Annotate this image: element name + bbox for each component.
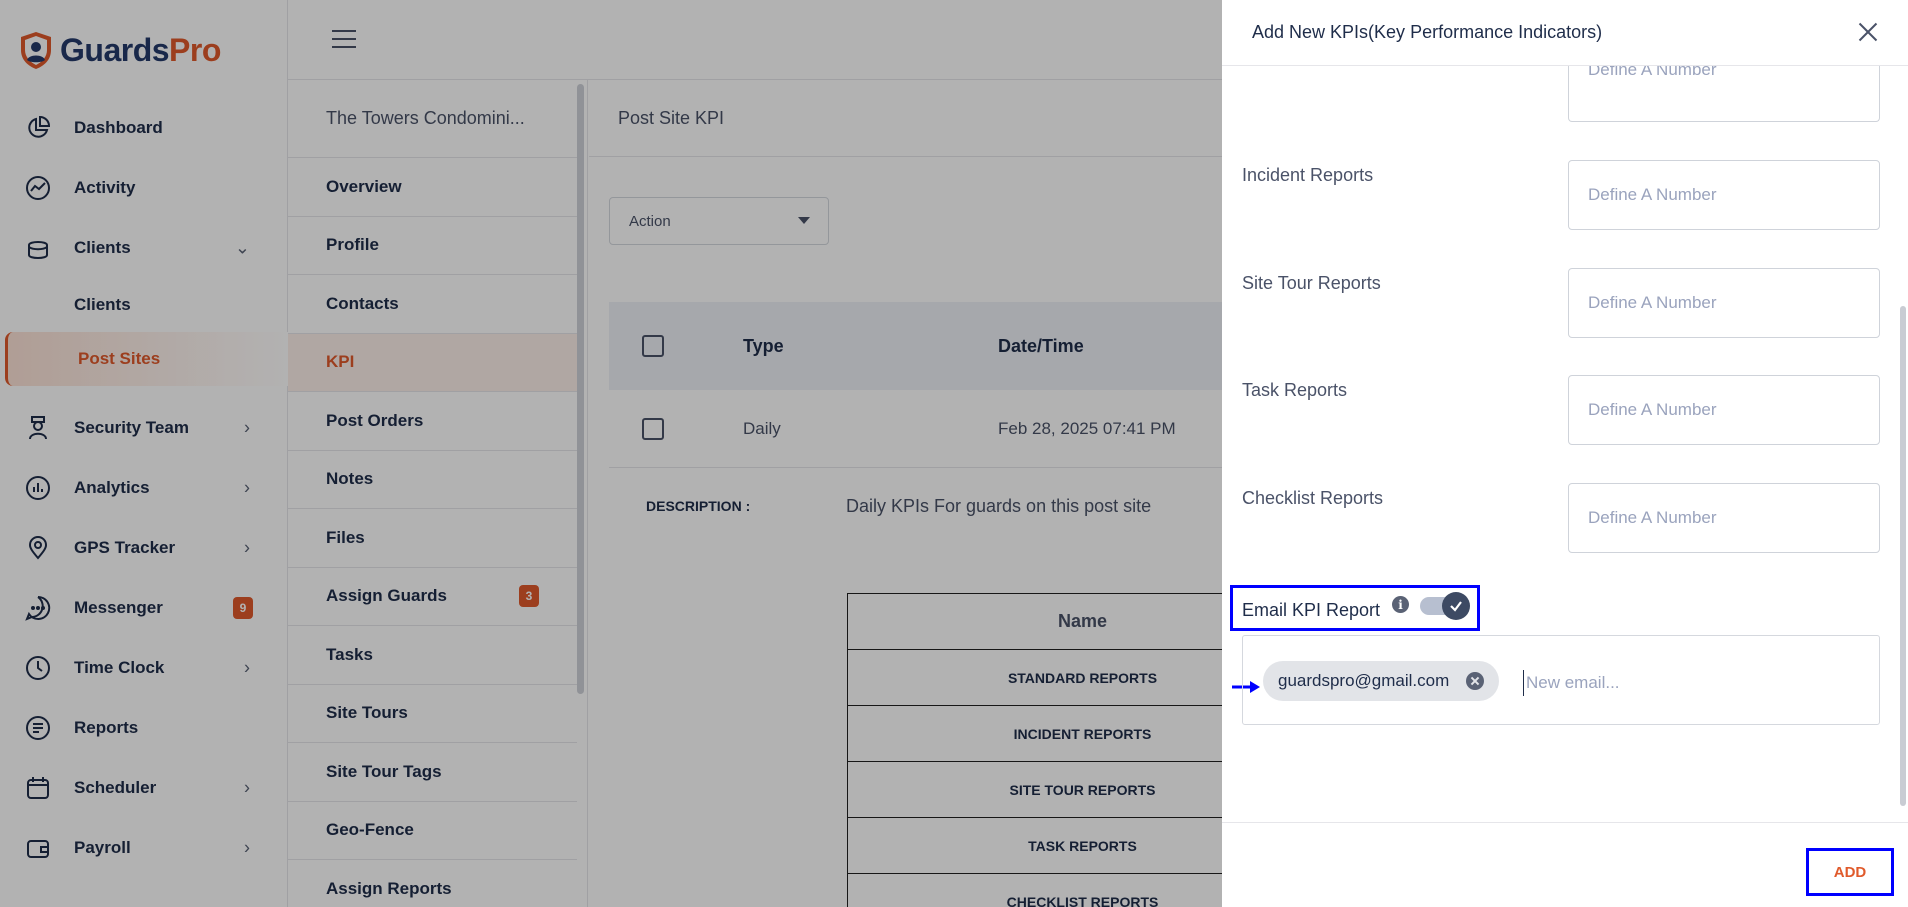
check-icon [1442,592,1470,620]
site-tour-reports-label: Site Tour Reports [1242,273,1381,293]
drawer-header: Add New KPIs(Key Performance Indicators) [1222,0,1908,66]
add-kpi-drawer: Add New KPIs(Key Performance Indicators)… [1222,0,1908,907]
incident-reports-input[interactable] [1568,160,1880,230]
standard-reports-placeholder: Define A Number [1588,66,1717,79]
remove-email-icon[interactable] [1466,672,1485,690]
task-reports-label: Task Reports [1242,380,1348,400]
checklist-reports-label: Checklist Reports [1242,488,1384,508]
task-reports-input[interactable] [1568,375,1880,445]
checklist-reports-input[interactable] [1568,483,1880,553]
info-icon[interactable]: i [1392,596,1409,613]
email-chip: guardspro@gmail.com [1263,661,1500,701]
email-kpi-toggle[interactable] [1420,592,1470,620]
standard-reports-input-partial[interactable]: Define A Number [1568,66,1880,122]
drawer-title: Add New KPIs(Key Performance Indicators) [1252,22,1603,42]
email-kpi-report-label: Email KPI Report [1242,600,1381,620]
new-email-input[interactable] [1523,670,1863,696]
email-recipients-field[interactable]: guardspro@gmail.com [1242,635,1880,725]
modal-backdrop[interactable] [0,0,1222,907]
email-chip-label: guardspro@gmail.com [1278,671,1450,690]
close-icon[interactable] [1856,20,1880,44]
incident-reports-label: Incident Reports [1242,165,1374,185]
add-button[interactable]: ADD [1806,848,1894,896]
drawer-scrollbar[interactable] [1900,306,1906,806]
site-tour-reports-input[interactable] [1568,268,1880,338]
